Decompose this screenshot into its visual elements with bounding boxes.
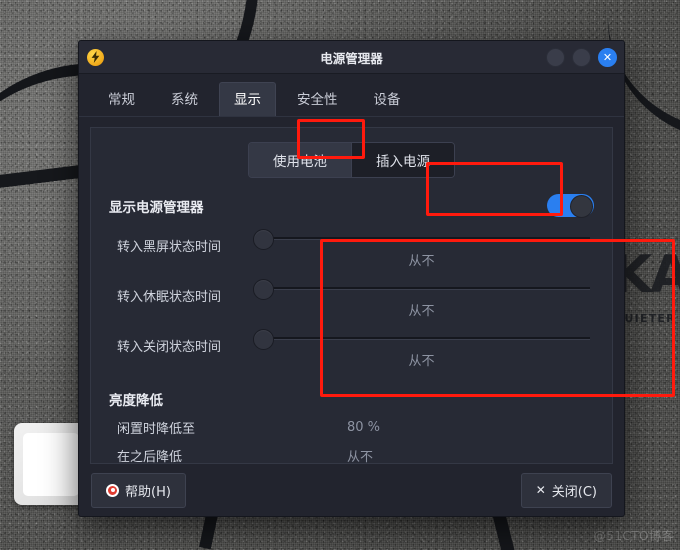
power-manager-window: 电源管理器 ✕ 常规 系统 显示 安全性 设备 使用电池 插入电源 显示电源管理… [78, 40, 675, 517]
segment-plugged-in[interactable]: 插入电源 [351, 143, 454, 177]
slider-value: 从不 [408, 254, 435, 269]
minimize-button[interactable] [546, 47, 565, 67]
tab-display[interactable]: 显示 [219, 82, 276, 116]
lifebuoy-icon [106, 483, 119, 497]
brightness-row-reduce-to: 闲置时降低至 80 % [91, 418, 612, 437]
brightness-label: 闲置时降低至 [117, 422, 196, 437]
section-title-display: 显示电源管理器 [109, 199, 204, 216]
toggle-knob [570, 195, 593, 218]
slider-value: 从不 [408, 304, 435, 319]
slider-track[interactable] [253, 277, 590, 300]
tab-bar: 常规 系统 显示 安全性 设备 [79, 74, 624, 117]
tab-system[interactable]: 系统 [156, 82, 213, 116]
slider-handle[interactable] [253, 329, 274, 350]
help-button-label: 帮助(H) [125, 484, 171, 500]
slider-rail [263, 287, 590, 290]
help-button[interactable]: 帮助(H) [91, 472, 186, 508]
power-source-switcher: 使用电池 插入电源 [91, 142, 612, 178]
slider-label: 转入休眠状态时间 [117, 290, 222, 305]
slider-rail [263, 337, 590, 340]
close-x-icon: ✕ [535, 483, 546, 497]
desktop: KA QUIETER @51CTO博客 电源管理器 ✕ 常规 系统 显示 安全性… [0, 0, 680, 550]
brightness-value: 80 % [347, 420, 381, 435]
brightness-value: 从不 [347, 450, 374, 464]
maximize-button[interactable] [572, 47, 591, 67]
slider-label: 转入黑屏状态时间 [117, 240, 222, 255]
slider-row-switch-off: 转入关闭状态时间 从不 [91, 327, 612, 377]
close-button-label: 关闭(C) [551, 484, 597, 500]
display-settings-panel: 使用电池 插入电源 显示电源管理器 转入黑屏状态时间 从不 转入休眠状态时间 从… [90, 127, 613, 464]
section-title-brightness: 亮度降低 [109, 393, 163, 409]
display-power-manager-toggle[interactable] [547, 194, 594, 218]
close-button[interactable]: ✕ 关闭(C) [520, 472, 612, 508]
tab-security[interactable]: 安全性 [282, 82, 353, 116]
slider-track[interactable] [253, 327, 590, 350]
timeout-slider-list: 转入黑屏状态时间 从不 转入休眠状态时间 从不 转入关闭状态时间 从不 [91, 227, 612, 377]
tab-general[interactable]: 常规 [93, 82, 150, 116]
display-power-manager-row: 显示电源管理器 [109, 194, 594, 218]
slider-body: 从不 [253, 277, 590, 319]
window-title: 电源管理器 [320, 50, 383, 66]
slider-track[interactable] [253, 227, 590, 250]
watermark: @51CTO博客 [593, 529, 674, 543]
segmented-control: 使用电池 插入电源 [248, 142, 455, 178]
dialog-footer: 帮助(H) ✕ 关闭(C) [79, 464, 624, 516]
brightness-row-reduce-after: 在之后降低 从不 [91, 446, 612, 464]
slider-handle[interactable] [253, 279, 274, 300]
close-icon[interactable]: ✕ [598, 47, 617, 67]
lightning-bolt-icon [87, 48, 104, 66]
slider-row-blank-screen: 转入黑屏状态时间 从不 [91, 227, 612, 277]
slider-handle[interactable] [253, 229, 274, 250]
window-controls: ✕ [546, 47, 617, 67]
slider-row-sleep: 转入休眠状态时间 从不 [91, 277, 612, 327]
slider-body: 从不 [253, 227, 590, 269]
slider-body: 从不 [253, 327, 590, 369]
slider-rail [263, 237, 590, 240]
slider-value: 从不 [408, 354, 435, 369]
desktop-white-object [14, 423, 86, 505]
window-titlebar[interactable]: 电源管理器 ✕ [79, 41, 624, 74]
brightness-label: 在之后降低 [117, 450, 183, 464]
segment-on-battery[interactable]: 使用电池 [249, 143, 351, 177]
tab-devices[interactable]: 设备 [359, 82, 416, 116]
slider-label: 转入关闭状态时间 [117, 340, 222, 355]
